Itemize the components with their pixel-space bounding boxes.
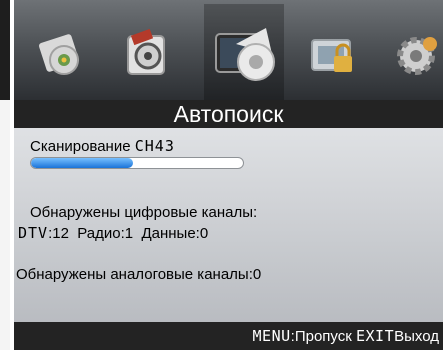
sound-icon[interactable] — [118, 14, 180, 90]
footer-hint-bar: MENU:Пропуск EXITВыход — [14, 322, 443, 350]
autoscan-panel: Сканирование CH43 Обнаружены цифровые ка… — [14, 128, 443, 322]
footer-hints: MENU:Пропуск EXITВыход — [253, 322, 439, 350]
scan-progress-bar — [30, 157, 244, 169]
dtv-count: :12 — [48, 225, 69, 242]
data-count: Данные:0 — [141, 225, 209, 242]
left-strip-dark — [0, 0, 10, 100]
page-title: Автопоиск — [14, 100, 443, 128]
scan-label: Сканирование — [30, 138, 131, 155]
radio-count: Радио:1 — [77, 225, 134, 242]
picture-icon[interactable] — [30, 14, 92, 90]
lock-icon[interactable] — [304, 14, 366, 90]
left-strip — [0, 0, 10, 350]
menu-bar — [14, 0, 443, 100]
setup-icon[interactable] — [386, 14, 443, 90]
tv-osd-screen: Автопоиск Сканирование CH43 Обнаружены ц… — [14, 0, 443, 350]
channel-icon[interactable] — [204, 4, 284, 100]
analog-count: Обнаружены аналоговые каналы:0 — [16, 266, 262, 283]
digital-heading: Обнаружены цифровые каналы: — [30, 204, 258, 221]
menu-action: :Пропуск — [290, 328, 352, 345]
exit-key: EXIT — [355, 327, 395, 345]
scan-channel: CH43 — [134, 137, 175, 155]
scan-status: Сканирование CH43 — [30, 137, 175, 155]
exit-action: Выход — [394, 328, 439, 345]
scan-progress-fill — [31, 158, 133, 168]
dtv-label: DTV — [18, 224, 49, 242]
digital-counts: DTV:12 Радио:1 Данные:0 — [18, 224, 208, 242]
menu-key: MENU — [252, 327, 291, 345]
